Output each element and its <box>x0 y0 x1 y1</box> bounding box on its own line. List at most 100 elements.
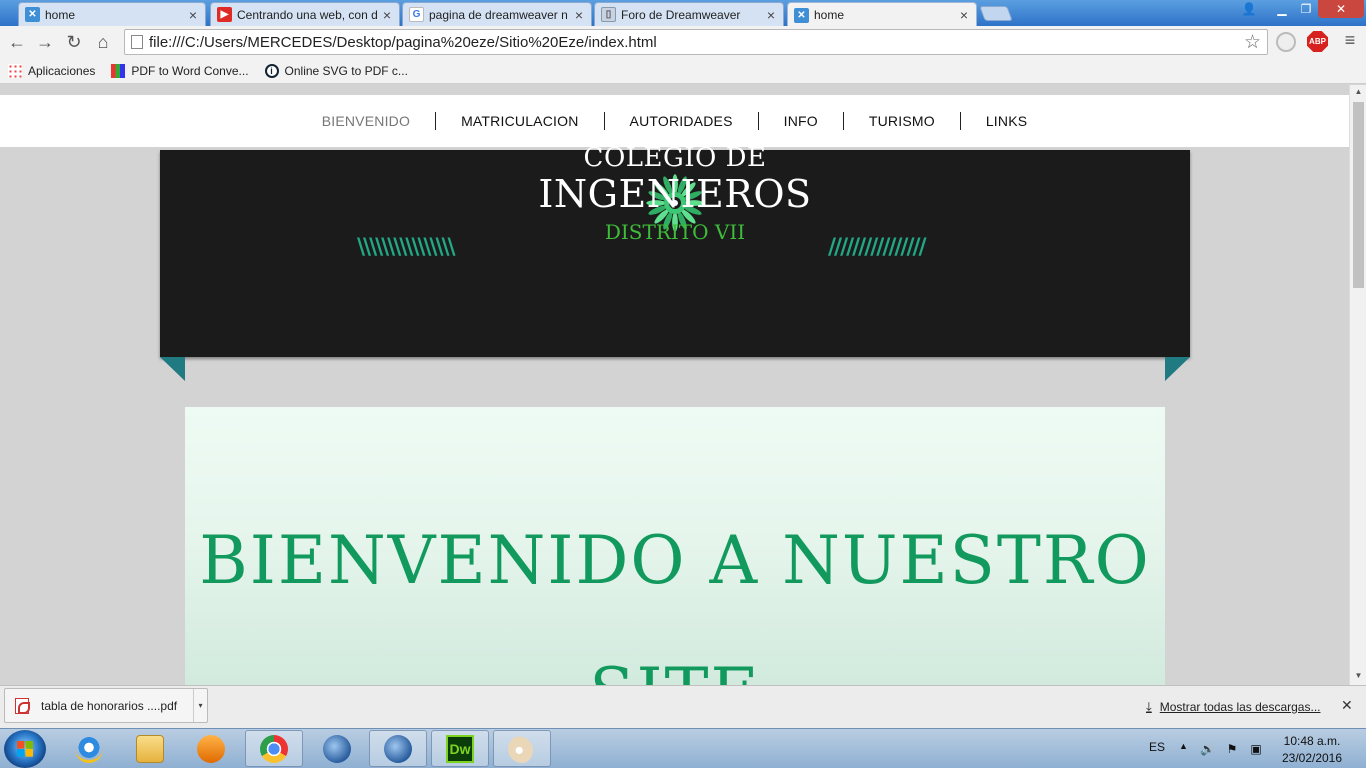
pdf-converter-icon <box>111 63 126 78</box>
nav-turismo[interactable]: TURISMO <box>844 112 961 130</box>
page-viewport: BIENVENIDO MATRICULACION AUTORIDADES INF… <box>0 85 1349 685</box>
logo-line-ingenieros: INGENIEROS <box>538 172 812 216</box>
ribbon-fold-right <box>1165 357 1190 381</box>
close-window-button[interactable]: ✕ <box>1318 0 1364 18</box>
bookmark-pdf-to-word[interactable]: PDF to Word Conve... <box>111 63 249 78</box>
tab-title: Centrando una web, con d <box>237 7 377 22</box>
language-indicator[interactable]: ES <box>1149 740 1165 754</box>
scroll-thumb[interactable] <box>1353 102 1364 288</box>
reload-icon[interactable]: ↻ <box>62 30 86 54</box>
bookmarks-bar: Aplicaciones PDF to Word Conve... i Onli… <box>0 58 1366 84</box>
tab-title: Foro de Dreamweaver <box>621 7 741 22</box>
user-icon[interactable]: 👤 <box>1236 0 1262 18</box>
download-shelf: tabla de honorarios ....pdf ▾ ⤓ Mostrar … <box>0 685 1366 728</box>
bookmark-svg-to-pdf[interactable]: i Online SVG to PDF c... <box>264 63 408 78</box>
taskbar-paint[interactable] <box>493 730 551 767</box>
dreamweaver-icon: Dw <box>446 734 474 763</box>
bookmark-label: Online SVG to PDF c... <box>284 63 408 78</box>
taskbar-thunderbird[interactable] <box>308 730 366 767</box>
download-menu-caret-icon[interactable]: ▾ <box>193 689 207 722</box>
bookmark-label: Aplicaciones <box>28 63 96 78</box>
tab-home-active[interactable]: ✕ home × <box>787 2 977 27</box>
restore-button[interactable]: ❐ <box>1294 0 1318 18</box>
chrome-icon <box>260 734 288 763</box>
minimize-button[interactable]: ▁ <box>1270 0 1294 18</box>
show-all-downloads-link[interactable]: ⤓ Mostrar todas las descargas... <box>1146 699 1320 715</box>
logo-line-distrito: DISTRITO VII <box>604 220 746 244</box>
show-hidden-icons-icon[interactable]: ▲ <box>1179 741 1188 751</box>
thunderbird-icon <box>384 734 412 763</box>
page-scrollbar[interactable]: ▲ ▼ <box>1349 85 1366 685</box>
welcome-title: BIENVENIDO A NUESTRO SITE <box>199 522 1151 685</box>
start-button[interactable] <box>4 730 46 768</box>
thunderbird-icon <box>323 734 351 763</box>
download-item[interactable]: tabla de honorarios ....pdf ▾ <box>4 688 208 723</box>
taskbar-chrome[interactable] <box>245 730 303 767</box>
pdf-file-icon <box>15 697 30 714</box>
tab-youtube[interactable]: ▶ Centrando una web, con d × <box>210 2 400 26</box>
bookmark-label: PDF to Word Conve... <box>131 63 249 78</box>
logo-line-colegio: COLEGIO DE <box>583 143 767 173</box>
taskbar-internet-explorer[interactable] <box>60 730 118 767</box>
close-shelf-icon[interactable]: ✕ <box>1341 697 1353 714</box>
dreamweaver-site-icon: ✕ <box>25 7 40 22</box>
bookmark-apps[interactable]: Aplicaciones <box>8 63 96 78</box>
dreamweaver-site-icon: ✕ <box>794 7 809 23</box>
scroll-down-arrow-icon[interactable]: ▼ <box>1350 671 1366 683</box>
close-tab-icon[interactable]: × <box>573 8 585 22</box>
close-tab-icon[interactable]: × <box>765 8 777 22</box>
tab-title: pagina de dreamweaver n <box>429 7 568 22</box>
bookmark-star-icon[interactable]: ☆ <box>1244 31 1261 54</box>
adblock-plus-icon[interactable]: ABP <box>1307 31 1328 52</box>
nav-autoridades[interactable]: AUTORIDADES <box>605 112 759 130</box>
taskbar-windows-explorer[interactable] <box>121 730 179 767</box>
taskbar-media-player[interactable] <box>182 730 240 767</box>
network-icon[interactable]: ▣ <box>1249 742 1263 756</box>
action-center-flag-icon[interactable]: ⚑ <box>1225 742 1239 756</box>
folder-icon <box>136 734 164 763</box>
nav-links[interactable]: LINKS <box>961 112 1052 130</box>
address-bar[interactable]: file:///C:/Users/MERCEDES/Desktop/pagina… <box>124 29 1268 55</box>
tab-title: home <box>814 8 845 22</box>
browser-toolbar: ← → ↻ ⌂ file:///C:/Users/MERCEDES/Deskto… <box>0 26 1366 58</box>
forum-page-icon: ▯ <box>601 7 616 22</box>
google-icon: G <box>409 7 424 22</box>
apps-grid-icon <box>8 63 22 78</box>
tab-foro[interactable]: ▯ Foro de Dreamweaver × <box>594 2 784 26</box>
tab-title: home <box>45 7 76 22</box>
windows-taskbar: Dw ES ▲ 🔊 ⚑ ▣ 10:48 a.m. 23/02/2016 <box>0 728 1366 768</box>
extension-icon[interactable] <box>1276 32 1296 52</box>
taskbar-dreamweaver[interactable]: Dw <box>431 730 489 767</box>
nav-matriculacion[interactable]: MATRICULACION <box>436 112 605 130</box>
address-text: file:///C:/Users/MERCEDES/Desktop/pagina… <box>149 33 657 51</box>
new-tab-button[interactable] <box>979 6 1013 21</box>
tab-home-1[interactable]: ✕ home × <box>18 2 206 26</box>
site-nav: BIENVENIDO MATRICULACION AUTORIDADES INF… <box>0 95 1349 147</box>
nav-info[interactable]: INFO <box>759 112 844 130</box>
info-icon: i <box>264 63 279 78</box>
taskbar-thunderbird-window[interactable] <box>369 730 427 767</box>
clock-date[interactable]: 23/02/2016 <box>1270 751 1354 765</box>
ribbon-fold-left <box>160 357 185 381</box>
download-icon: ⤓ <box>1146 699 1152 714</box>
download-filename: tabla de honorarios ....pdf <box>41 698 178 713</box>
volume-icon[interactable]: 🔊 <box>1200 742 1215 756</box>
scroll-up-arrow-icon[interactable]: ▲ <box>1350 87 1366 99</box>
browser-tab-strip: ✕ home × ▶ Centrando una web, con d × G … <box>0 0 1366 27</box>
menu-icon[interactable]: ≡ <box>1340 30 1360 54</box>
close-tab-icon[interactable]: × <box>958 8 970 22</box>
clock-time[interactable]: 10:48 a.m. <box>1270 734 1354 748</box>
media-player-icon <box>197 734 225 763</box>
youtube-icon: ▶ <box>217 7 232 22</box>
forward-icon[interactable]: → <box>33 30 57 54</box>
welcome-panel: BIENVENIDO A NUESTRO SITE <box>185 407 1165 685</box>
page-icon <box>131 35 143 49</box>
tab-google[interactable]: G pagina de dreamweaver n × <box>402 2 592 26</box>
home-icon[interactable]: ⌂ <box>91 30 115 54</box>
close-tab-icon[interactable]: × <box>187 8 199 22</box>
back-icon[interactable]: ← <box>5 30 29 54</box>
nav-bienvenido[interactable]: BIENVENIDO <box>297 112 437 130</box>
internet-explorer-icon <box>75 734 103 763</box>
show-all-label: Mostrar todas las descargas... <box>1159 700 1321 714</box>
close-tab-icon[interactable]: × <box>381 8 393 22</box>
